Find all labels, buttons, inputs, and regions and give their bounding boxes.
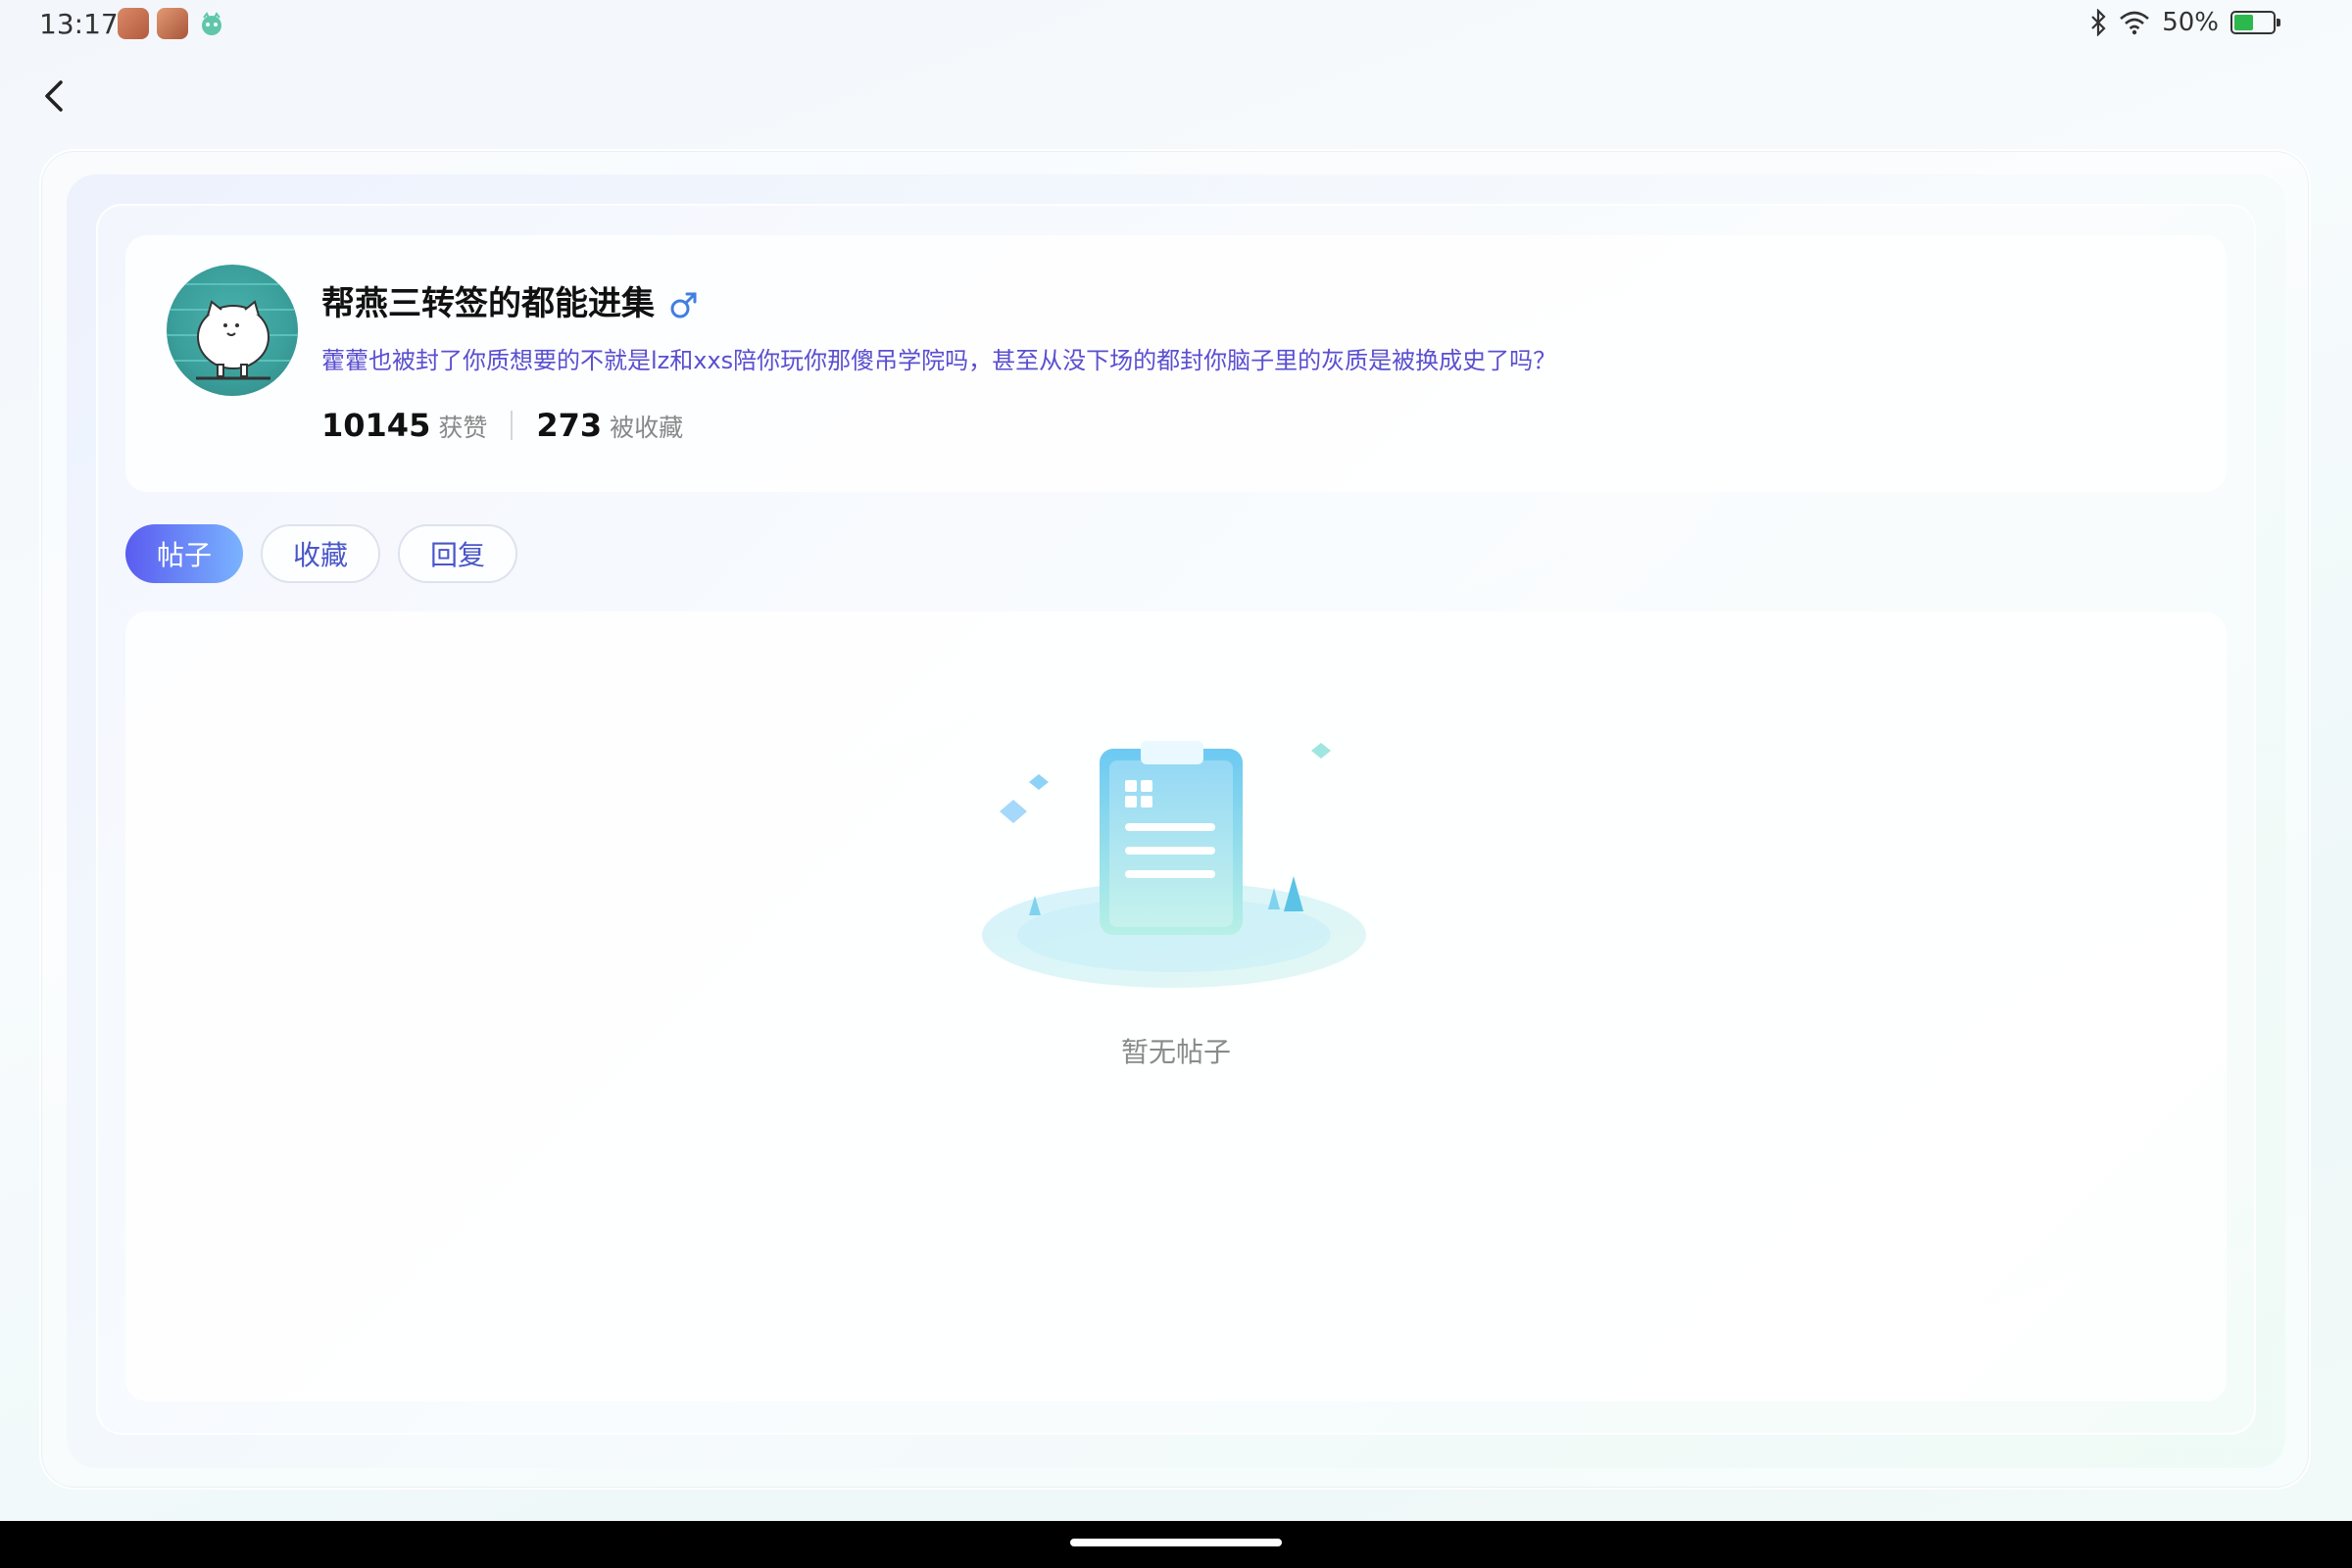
status-bar: 13:17 50% bbox=[0, 0, 2352, 49]
tab-favorites[interactable]: 收藏 bbox=[261, 524, 380, 583]
tab-posts[interactable]: 帖子 bbox=[125, 524, 243, 583]
cat-avatar-icon bbox=[167, 283, 298, 380]
empty-clipboard-illustration bbox=[982, 741, 1366, 988]
system-status: 50% bbox=[2089, 8, 2280, 37]
battery-icon bbox=[2230, 11, 2280, 34]
favorites-label: 被收藏 bbox=[610, 414, 684, 442]
content-tabs: 帖子 收藏 回复 bbox=[125, 524, 517, 583]
back-arrow-icon[interactable] bbox=[35, 74, 74, 118]
bluetooth-icon bbox=[2091, 9, 2106, 36]
tab-replies[interactable]: 回复 bbox=[398, 524, 517, 583]
likes-label: 获赞 bbox=[438, 414, 488, 442]
favorites-count: 273 bbox=[536, 407, 603, 444]
posts-list-area: 暂无帖子 bbox=[125, 612, 2227, 1401]
battery-level bbox=[2234, 15, 2253, 30]
home-indicator[interactable] bbox=[1070, 1539, 1282, 1546]
notification-icons bbox=[118, 8, 227, 39]
app-notification-icon bbox=[157, 8, 188, 39]
wifi-icon bbox=[2120, 11, 2150, 35]
male-gender-icon bbox=[670, 292, 697, 318]
battery-percent: 50% bbox=[2162, 8, 2219, 37]
user-stats: 10145 获赞 273 被收藏 bbox=[321, 407, 683, 444]
username-row: 帮燕三转签的都能进集 bbox=[321, 276, 698, 324]
game-notification-icon bbox=[202, 12, 221, 35]
stats-divider bbox=[511, 411, 514, 440]
username: 帮燕三转签的都能进集 bbox=[321, 284, 655, 323]
status-time: 13:17 bbox=[39, 8, 119, 40]
empty-state-text: 暂无帖子 bbox=[1120, 1036, 1231, 1068]
user-bio: 藿藿也被封了你质想要的不就是lz和xxs陪你玩你那傻吊学院吗，甚至从没下场的都封… bbox=[321, 347, 1557, 374]
likes-count: 10145 bbox=[321, 407, 431, 444]
app-notification-icon bbox=[118, 8, 149, 39]
system-nav-bar bbox=[0, 1521, 2352, 1568]
avatar[interactable] bbox=[167, 265, 298, 396]
profile-card: 帮燕三转签的都能进集 藿藿也被封了你质想要的不就是lz和xxs陪你玩你那傻吊学院… bbox=[125, 235, 2227, 492]
